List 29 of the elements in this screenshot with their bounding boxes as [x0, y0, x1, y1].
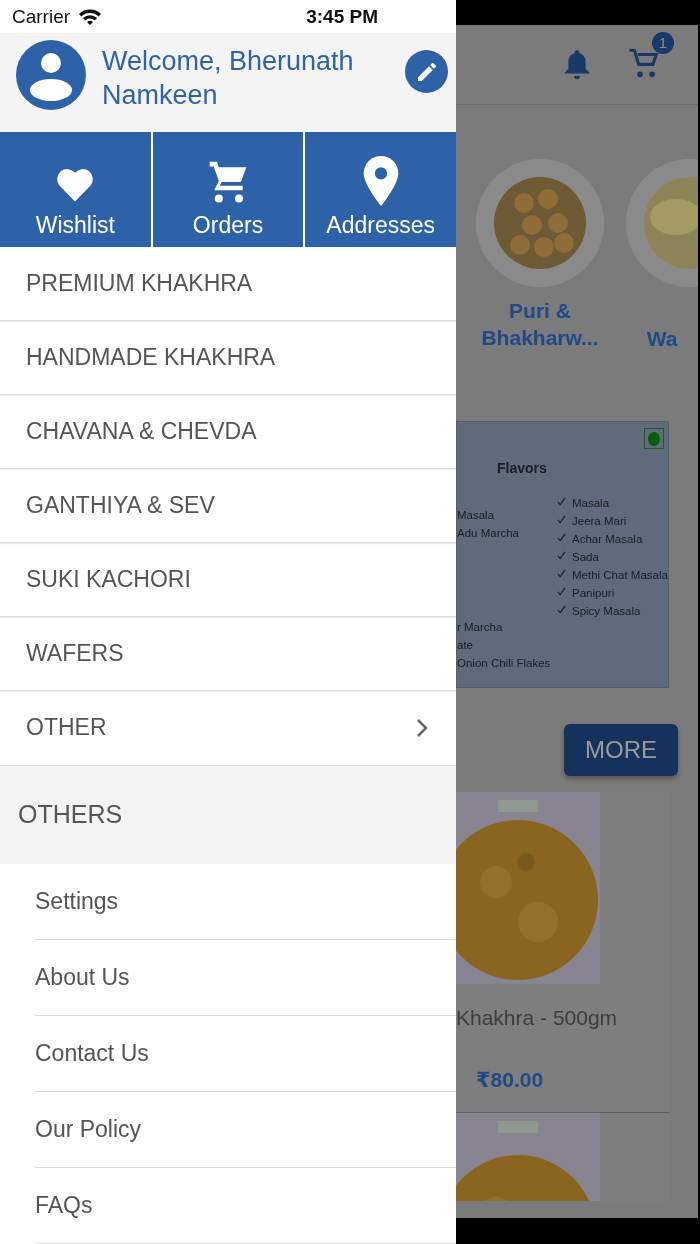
flavor-item: Adu Marcha — [457, 526, 520, 541]
flavor-item: r Marcha — [457, 620, 504, 635]
edit-profile-button[interactable] — [405, 50, 448, 94]
bell-icon — [562, 48, 592, 81]
chevron-right-icon — [416, 718, 428, 738]
flavor-item: Masala — [457, 508, 496, 523]
quick-link-tile[interactable]: Addresses — [305, 131, 456, 247]
avatar-icon — [16, 40, 86, 111]
clock-time: 3:45 PM — [306, 5, 378, 28]
flavor-item: Achar Masala — [572, 532, 644, 547]
product-name: Khakhra - 500gm — [456, 1005, 619, 1030]
flavor-item: Masala — [572, 496, 611, 511]
flavor-item: Onion Chili Flakes — [457, 656, 552, 671]
banner-title: Flavors — [497, 460, 547, 476]
flavor-item: Spicy Masala — [572, 604, 642, 619]
flavor-item: Sada — [572, 550, 600, 565]
flavor-item: Jeera Mari — [572, 514, 628, 529]
flavor-item: Methi Chat Masala — [572, 568, 668, 583]
welcome-text: Welcome, Bherunath Namkeen — [102, 45, 355, 113]
wifi-icon — [78, 7, 103, 26]
cart-count-badge: 1 — [652, 31, 674, 54]
more-button[interactable]: MORE — [564, 724, 678, 776]
section-heading: OTHERS — [0, 765, 456, 864]
veg-mark-icon — [644, 428, 664, 449]
flavor-item: Panipuri — [572, 586, 616, 601]
quick-link-tile[interactable]: Orders — [152, 131, 304, 247]
flavor-item: ate — [457, 638, 474, 653]
quick-link-tile[interactable]: Wishlist — [0, 131, 151, 247]
carrier-label: Carrier — [12, 5, 71, 28]
